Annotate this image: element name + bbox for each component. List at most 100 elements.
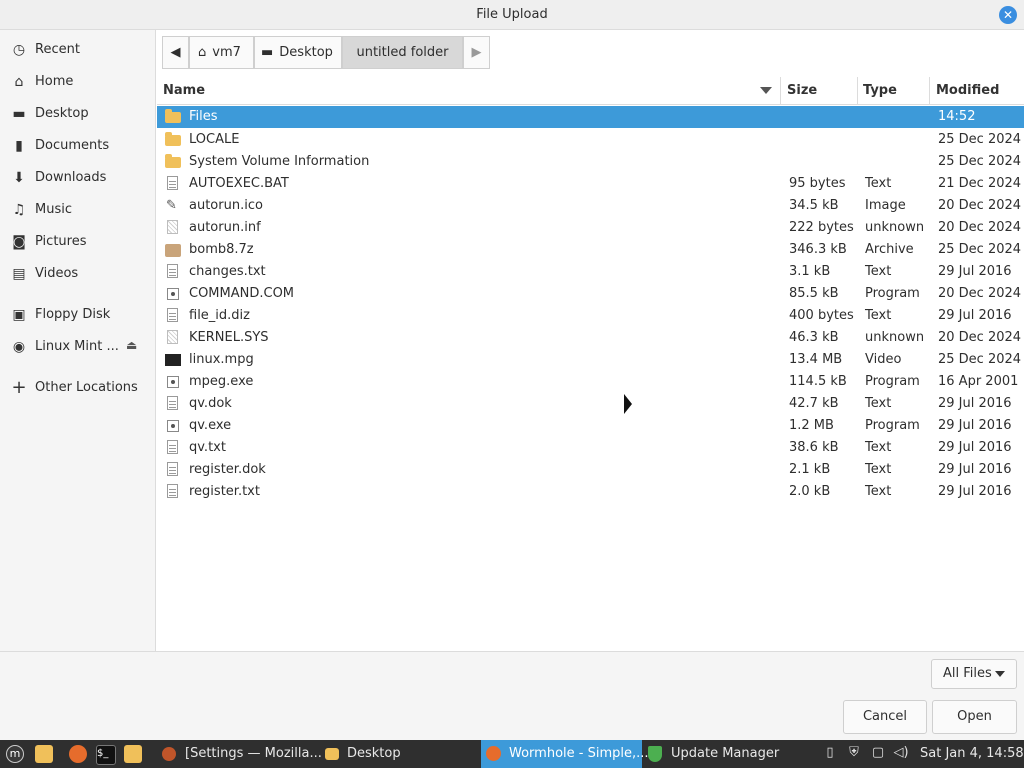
file-modified: 14:52 bbox=[938, 109, 976, 124]
taskbar-task-settings[interactable]: [Settings — Mozilla... bbox=[156, 740, 322, 768]
sidebar-item-pictures[interactable]: ◙ Pictures bbox=[0, 227, 155, 257]
file-row[interactable]: register.txt 2.0 kB Text 29 Jul 2016 bbox=[157, 481, 1024, 503]
volume-icon[interactable]: ◁) bbox=[893, 745, 909, 761]
sidebar-item-label: Recent bbox=[35, 42, 80, 57]
network-icon[interactable]: ▢ bbox=[870, 745, 886, 761]
sidebar-item-label: Linux Mint ... bbox=[35, 339, 119, 354]
text-file-icon bbox=[167, 462, 178, 476]
mint-menu-icon[interactable]: m bbox=[6, 745, 24, 763]
file-row[interactable]: System Volume Information 25 Dec 2024 bbox=[157, 151, 1024, 173]
sidebar-item-label: Videos bbox=[35, 266, 79, 281]
path-back-button[interactable]: ◀ bbox=[162, 36, 189, 69]
file-modified: 29 Jul 2016 bbox=[938, 462, 1012, 477]
file-size: 400 bytes bbox=[789, 308, 854, 323]
file-name: changes.txt bbox=[189, 264, 266, 279]
update-shield-icon[interactable]: ⛨ bbox=[846, 745, 862, 761]
text-file-icon bbox=[167, 440, 178, 454]
clipboard-icon[interactable]: ▯ bbox=[822, 745, 838, 761]
file-type: unknown bbox=[865, 220, 925, 235]
file-size: 3.1 kB bbox=[789, 264, 831, 279]
column-modified[interactable]: Modified bbox=[936, 83, 999, 98]
close-icon[interactable]: ✕ bbox=[999, 6, 1017, 24]
file-name: AUTOEXEC.BAT bbox=[189, 176, 289, 191]
sidebar-item-label: Music bbox=[35, 202, 72, 217]
file-row[interactable]: file_id.diz 400 bytes Text 29 Jul 2016 bbox=[157, 305, 1024, 327]
floppy-icon: ▣ bbox=[12, 307, 26, 323]
file-row[interactable]: LOCALE 25 Dec 2024 bbox=[157, 129, 1024, 151]
unknown-file-icon bbox=[167, 330, 178, 344]
file-row[interactable]: COMMAND.COM 85.5 kB Program 20 Dec 2024 bbox=[157, 283, 1024, 305]
sidebar-item-label: Pictures bbox=[35, 234, 87, 249]
unknown-file-icon bbox=[167, 220, 178, 234]
taskbar-task-update-manager[interactable]: Update Manager bbox=[643, 740, 813, 768]
sidebar-item-home[interactable]: ⌂ Home bbox=[0, 67, 155, 97]
video-file-icon bbox=[165, 354, 181, 366]
file-row[interactable]: ✎ autorun.ico 34.5 kB Image 20 Dec 2024 bbox=[157, 195, 1024, 217]
taskbar-clock[interactable]: Sat Jan 4, 14:58 bbox=[920, 740, 1024, 768]
path-crumb-label: untitled folder bbox=[356, 45, 449, 60]
column-header: Name Size Type Modified bbox=[157, 77, 1024, 105]
file-row[interactable]: linux.mpg 13.4 MB Video 25 Dec 2024 bbox=[157, 349, 1024, 371]
files-launcher-icon[interactable] bbox=[35, 745, 53, 763]
sidebar-item-videos[interactable]: ▤ Videos bbox=[0, 259, 155, 289]
sidebar-item-floppy-disk[interactable]: ▣ Floppy Disk bbox=[0, 300, 155, 330]
sort-down-icon bbox=[760, 87, 772, 94]
cancel-button[interactable]: Cancel bbox=[843, 700, 927, 734]
eject-icon[interactable]: ⏏ bbox=[126, 338, 137, 352]
file-modified: 29 Jul 2016 bbox=[938, 484, 1012, 499]
file-row[interactable]: AUTOEXEC.BAT 95 bytes Text 21 Dec 2024 bbox=[157, 173, 1024, 195]
folder-launcher-icon[interactable] bbox=[124, 745, 142, 763]
file-modified: 29 Jul 2016 bbox=[938, 418, 1012, 433]
home-icon: ⌂ bbox=[198, 45, 207, 60]
sidebar-item-downloads[interactable]: ⬇ Downloads bbox=[0, 163, 155, 193]
file-row[interactable]: autorun.inf 222 bytes unknown 20 Dec 2024 bbox=[157, 217, 1024, 239]
file-row[interactable]: qv.dok 42.7 kB Text 29 Jul 2016 bbox=[157, 393, 1024, 415]
path-forward-button[interactable]: ▶ bbox=[463, 36, 490, 69]
taskbar-task-desktop[interactable]: Desktop bbox=[319, 740, 479, 768]
file-name: autorun.ico bbox=[189, 198, 263, 213]
sidebar-item-music[interactable]: ♫ Music bbox=[0, 195, 155, 225]
path-crumb-vm7[interactable]: ⌂ vm7 bbox=[189, 36, 254, 69]
path-crumb-desktop[interactable]: ▬ Desktop bbox=[254, 36, 342, 69]
path-crumb-untitled-folder[interactable]: untitled folder bbox=[342, 36, 463, 69]
column-divider[interactable] bbox=[780, 77, 781, 104]
column-name[interactable]: Name bbox=[163, 83, 205, 98]
file-size: 1.2 MB bbox=[789, 418, 834, 433]
sidebar-item-label: Floppy Disk bbox=[35, 307, 111, 322]
sidebar-item-linux-mint[interactable]: ◉ Linux Mint ... ⏏ bbox=[0, 332, 155, 362]
column-divider[interactable] bbox=[929, 77, 930, 104]
file-name: qv.txt bbox=[189, 440, 226, 455]
taskbar-task-wormhole[interactable]: Wormhole - Simple,... bbox=[481, 740, 649, 768]
file-name: register.dok bbox=[189, 462, 266, 477]
taskbar-task-label: Update Manager bbox=[671, 746, 780, 761]
file-row[interactable]: Files 14:52 bbox=[157, 106, 1024, 128]
download-icon: ⬇ bbox=[13, 170, 25, 186]
file-filter-select[interactable]: All Files bbox=[931, 659, 1017, 689]
sidebar-item-other-locations[interactable]: + Other Locations bbox=[0, 373, 155, 403]
terminal-launcher-icon[interactable]: $_ bbox=[96, 745, 116, 765]
column-divider[interactable] bbox=[857, 77, 858, 104]
file-row[interactable]: mpeg.exe 114.5 kB Program 16 Apr 2001 bbox=[157, 371, 1024, 393]
sidebar-item-recent[interactable]: ◷ Recent bbox=[0, 35, 155, 65]
open-button[interactable]: Open bbox=[932, 700, 1017, 734]
file-row[interactable]: register.dok 2.1 kB Text 29 Jul 2016 bbox=[157, 459, 1024, 481]
column-type[interactable]: Type bbox=[863, 83, 897, 98]
file-row[interactable]: qv.exe 1.2 MB Program 29 Jul 2016 bbox=[157, 415, 1024, 437]
home-icon: ⌂ bbox=[14, 74, 24, 90]
file-name: autorun.inf bbox=[189, 220, 261, 235]
sidebar-item-documents[interactable]: ▮ Documents bbox=[0, 131, 155, 161]
file-row[interactable]: qv.txt 38.6 kB Text 29 Jul 2016 bbox=[157, 437, 1024, 459]
column-size[interactable]: Size bbox=[787, 83, 817, 98]
firefox-icon bbox=[486, 746, 501, 761]
file-size: 346.3 kB bbox=[789, 242, 847, 257]
folder-icon bbox=[325, 748, 339, 760]
file-row[interactable]: bomb8.7z 346.3 kB Archive 25 Dec 2024 bbox=[157, 239, 1024, 261]
file-type: Program bbox=[865, 418, 920, 433]
file-row[interactable]: changes.txt 3.1 kB Text 29 Jul 2016 bbox=[157, 261, 1024, 283]
file-name: qv.exe bbox=[189, 418, 232, 433]
file-modified: 25 Dec 2024 bbox=[938, 352, 1022, 367]
sidebar-item-desktop[interactable]: ▬ Desktop bbox=[0, 99, 155, 129]
file-type: Text bbox=[865, 308, 892, 323]
file-row[interactable]: KERNEL.SYS 46.3 kB unknown 20 Dec 2024 bbox=[157, 327, 1024, 349]
firefox-launcher-icon[interactable] bbox=[69, 745, 87, 763]
